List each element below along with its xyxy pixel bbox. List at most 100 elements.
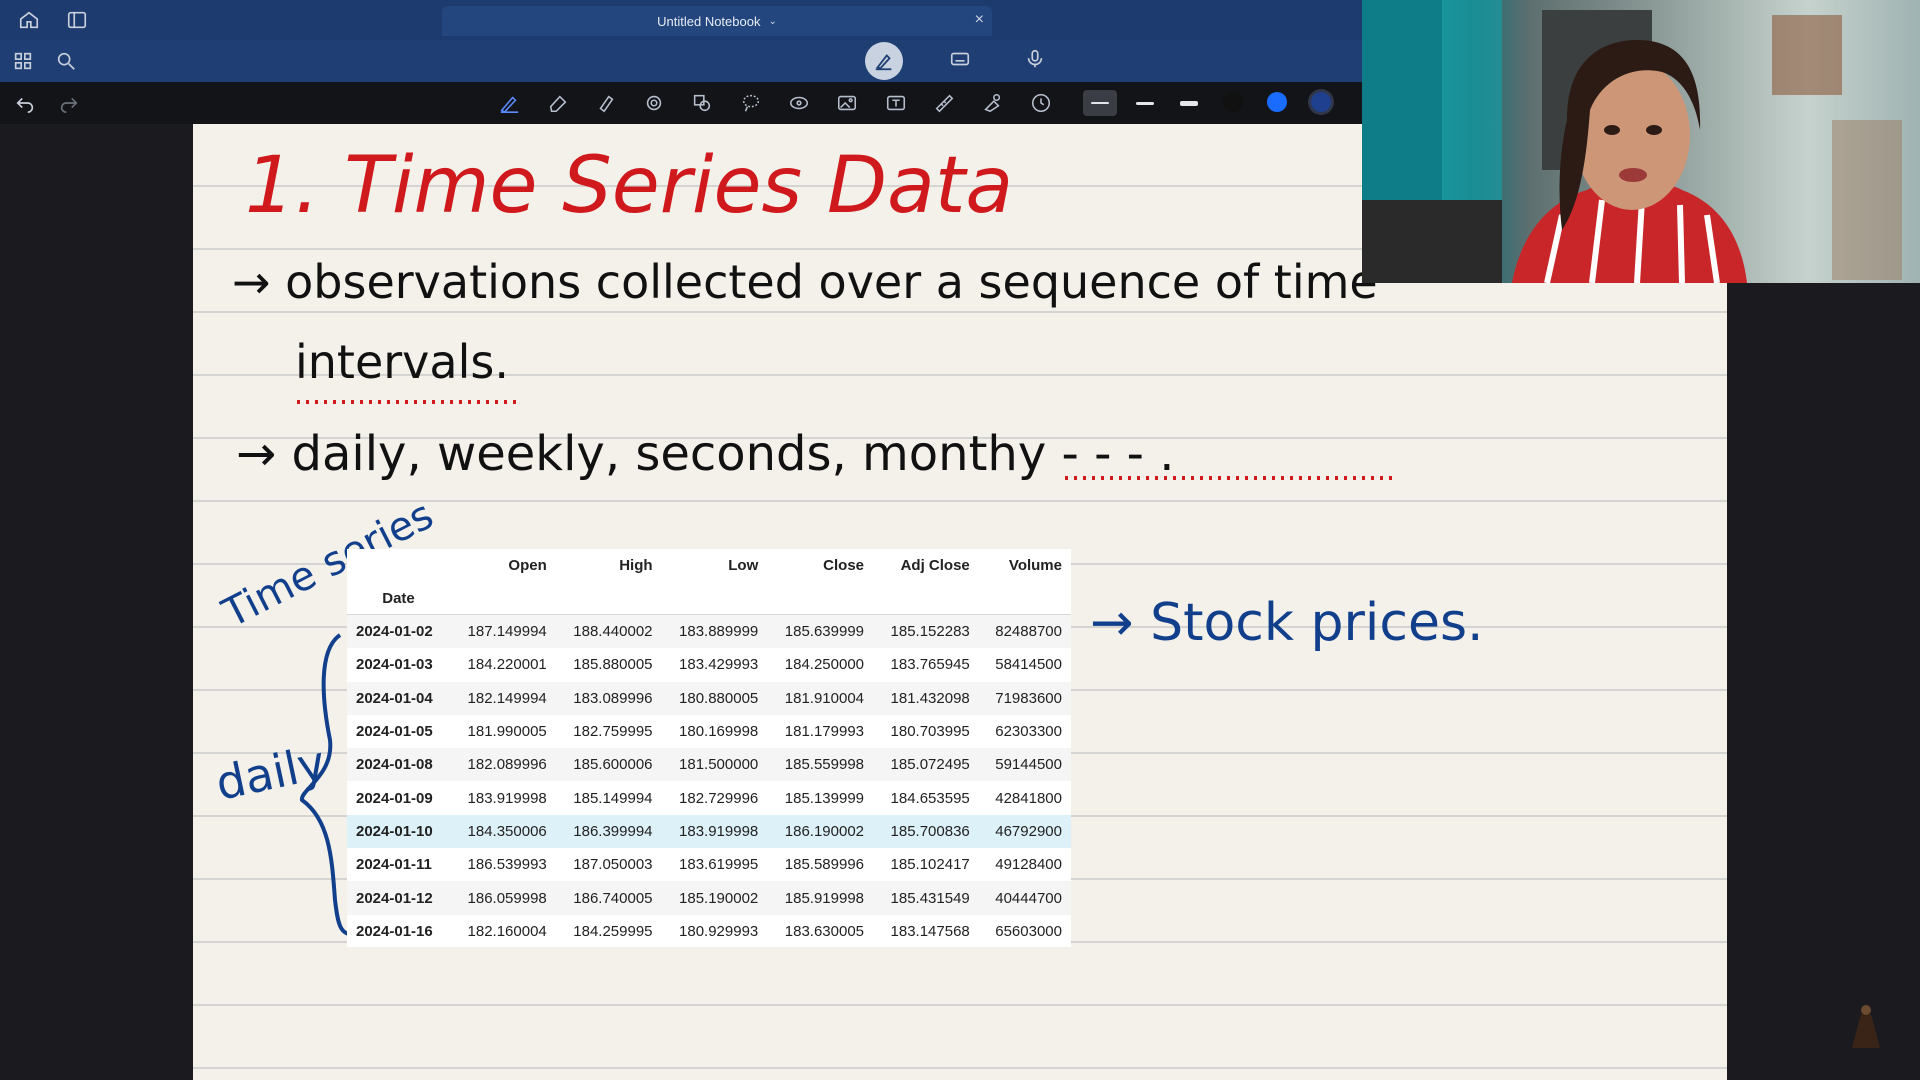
table-cell: 181.910004 <box>784 689 865 707</box>
column-header: Low <box>728 557 759 574</box>
table-cell: 185.600006 <box>573 756 653 774</box>
table-cell: 71983600 <box>995 689 1062 707</box>
table-cell: 185.700836 <box>890 822 970 840</box>
table-cell: 186.399994 <box>573 822 653 840</box>
table-cell: 183.889999 <box>679 623 759 641</box>
column-header: Adj Close <box>900 557 970 574</box>
table-cell: 185.589996 <box>784 856 865 874</box>
channel-logo-icon <box>1852 1004 1880 1048</box>
row-date: 2024-01-12 <box>356 889 433 907</box>
table-cell: 185.072495 <box>890 756 970 774</box>
table-cell: 183.919998 <box>679 822 759 840</box>
table-cell: 185.880005 <box>573 656 653 674</box>
presenter-video-frame <box>1362 0 1902 283</box>
table-row: 2024-01-08 182.089996 185.600006 181.500000… <box>347 748 1071 782</box>
column-header: Close <box>823 557 865 574</box>
table-cell: 82488700 <box>995 623 1062 641</box>
table-cell: 183.619995 <box>679 856 759 874</box>
column-header: Open <box>508 557 547 574</box>
bullet-observations: → observations collected over a sequence… <box>232 255 1378 309</box>
table-cell: 182.729996 <box>679 789 759 807</box>
table-cell: 186.190002 <box>784 822 865 840</box>
table-cell: 59144500 <box>995 756 1062 774</box>
table-cell: 188.440002 <box>573 623 653 641</box>
table-cell: 187.050003 <box>573 856 653 874</box>
table-row: 2024-01-10 184.350006 186.399994 183.919998… <box>347 814 1071 849</box>
table-cell: 185.190002 <box>679 889 759 907</box>
table-cell: 181.990005 <box>467 723 547 741</box>
table-cell: 65603000 <box>995 922 1062 940</box>
table-cell: 181.432098 <box>890 689 970 707</box>
row-date: 2024-01-16 <box>356 922 433 940</box>
table-cell: 183.919998 <box>467 789 547 807</box>
table-cell: 185.102417 <box>890 856 970 874</box>
table-cell: 186.539993 <box>467 856 547 874</box>
table-cell: 184.220001 <box>467 656 547 674</box>
table-cell: 185.919998 <box>784 889 865 907</box>
index-corner <box>347 549 450 582</box>
table-cell: 185.559998 <box>784 756 865 774</box>
table-cell: 181.500000 <box>679 756 759 774</box>
index-header-row: Date <box>347 582 1071 615</box>
table-row: 2024-01-02 187.149994 188.440002 183.889999… <box>347 614 1071 649</box>
table-cell: 185.139999 <box>784 789 865 807</box>
table-cell: 183.429993 <box>679 656 759 674</box>
table-cell: 180.169998 <box>679 723 759 741</box>
table-cell: 58414500 <box>995 656 1062 674</box>
stock-data-table: Open High Low Close Adj Close Volume Dat… <box>347 549 1071 947</box>
table-cell: 42841800 <box>995 789 1062 807</box>
table-header-row: Open High Low Close Adj Close Volume <box>347 549 1071 582</box>
table-cell: 40444700 <box>995 889 1062 907</box>
table-cell: 46792900 <box>995 822 1062 840</box>
table-row: 2024-01-11 186.539993 187.050003 183.619995… <box>347 848 1071 881</box>
table-cell: 182.089996 <box>467 756 547 774</box>
presenter-video <box>1362 0 1920 283</box>
table-row: 2024-01-12 186.059998 186.740005 185.190002… <box>347 881 1071 915</box>
table-row: 2024-01-03 184.220001 185.880005 183.429993… <box>347 648 1071 681</box>
column-header: High <box>619 557 653 574</box>
table-cell: 183.089996 <box>573 689 653 707</box>
table-cell: 185.152283 <box>890 623 970 641</box>
table-cell: 183.147568 <box>890 922 970 940</box>
table-row: 2024-01-05 181.990005 182.759995 180.169998… <box>347 715 1071 748</box>
table-cell: 184.350006 <box>467 822 547 840</box>
table-cell: 183.630005 <box>784 922 865 940</box>
row-date: 2024-01-08 <box>356 756 433 774</box>
bullet-frequencies: → daily, weekly, seconds, monthy - - - . <box>236 426 1174 482</box>
row-date: 2024-01-03 <box>356 656 433 674</box>
table-cell: 182.149994 <box>467 689 547 707</box>
table-cell: 180.703995 <box>890 723 970 741</box>
table-cell: 49128400 <box>995 856 1062 874</box>
index-header: Date <box>347 582 451 615</box>
table-cell: 184.653595 <box>890 789 970 807</box>
table-cell: 182.759995 <box>573 723 653 741</box>
heading-text: 1. Time Series Data <box>245 141 1013 231</box>
row-date: 2024-01-02 <box>356 623 433 641</box>
table-cell: 181.179993 <box>784 723 865 741</box>
table-cell: 184.259995 <box>573 922 653 940</box>
table-cell: 62303300 <box>995 723 1062 741</box>
table-cell: 180.929993 <box>679 922 759 940</box>
row-date: 2024-01-10 <box>356 822 433 840</box>
column-header: Volume <box>1008 557 1062 574</box>
table-cell: 186.059998 <box>467 889 547 907</box>
table-cell: 187.149994 <box>467 623 547 641</box>
table-row: 2024-01-04 182.149994 183.089996 180.880005… <box>347 681 1071 715</box>
table-row: 2024-01-16 182.160004 184.259995 180.929993… <box>347 915 1071 948</box>
table-cell: 185.639999 <box>784 623 865 641</box>
table-cell: 186.740005 <box>573 889 653 907</box>
row-date: 2024-01-11 <box>356 856 432 874</box>
daily-label: daily <box>211 735 330 811</box>
row-date: 2024-01-09 <box>356 789 433 807</box>
table-cell: 182.160004 <box>467 922 547 940</box>
table-cell: 184.250000 <box>784 656 865 674</box>
table-cell: 185.431549 <box>890 889 970 907</box>
row-date: 2024-01-04 <box>356 689 433 707</box>
table-cell: 185.149994 <box>573 789 653 807</box>
bullet-intervals: intervals. <box>295 335 509 389</box>
table-cell: 183.765945 <box>890 656 970 674</box>
stock-prices-note: → Stock prices. <box>1090 593 1484 653</box>
table-row: 2024-01-09 183.919998 185.149994 182.729996… <box>347 781 1071 814</box>
table-cell: 180.880005 <box>679 689 759 707</box>
row-date: 2024-01-05 <box>356 723 433 741</box>
